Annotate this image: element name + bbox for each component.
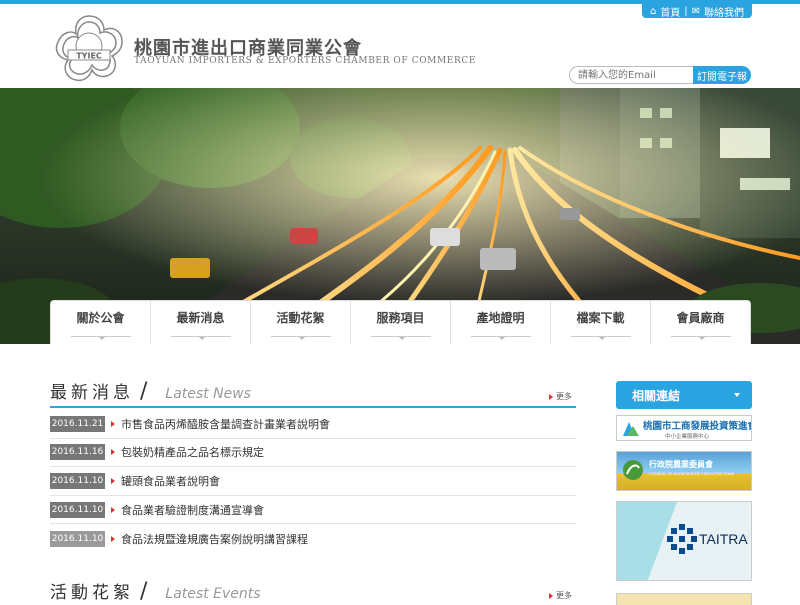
- nav-item-services[interactable]: 服務項目: [351, 301, 451, 344]
- chevron-down-icon: [70, 335, 131, 340]
- news-date: 2016.11.21: [50, 415, 105, 432]
- org-name-english: TAOYUAN IMPORTERS & EXPORTERS CHAMBER OF…: [134, 56, 477, 66]
- nav-item-about[interactable]: 關於公會: [51, 301, 151, 344]
- banner2-title: 行政院農業委員會: [648, 459, 714, 469]
- banner1-subtitle: 中小企業服務中心: [665, 432, 710, 440]
- related-links-title: 相關連結: [632, 388, 681, 403]
- nav-label: 最新消息: [176, 310, 225, 325]
- arrow-right-icon: [111, 420, 115, 427]
- news-item[interactable]: 2016.11.21 市售食品丙烯醯胺含量調查計畫業者說明會: [50, 410, 576, 439]
- news-title[interactable]: 市售食品丙烯醯胺含量調查計畫業者說明會: [121, 416, 330, 432]
- subscribe-button[interactable]: 訂閱電子報: [693, 66, 751, 84]
- banner-council-of-agriculture[interactable]: 行政院農業委員會 COUNCIL OF AGRICULTURE EXECUTIV…: [616, 451, 752, 491]
- news-date: 2016.11.10: [50, 530, 105, 547]
- email-input[interactable]: [569, 66, 694, 84]
- nav-label: 會員廠商: [676, 310, 725, 325]
- arrow-right-icon: [111, 506, 115, 513]
- arrow-right-icon: [549, 393, 553, 400]
- chamber-logo[interactable]: TYIEC: [50, 12, 128, 86]
- title-slash: /: [140, 579, 152, 604]
- news-title[interactable]: 食品業者驗證制度溝通宣導會: [121, 502, 264, 518]
- arrow-right-icon: [549, 592, 553, 599]
- news-item[interactable]: 2016.11.10 罐頭食品業者說明會: [50, 467, 576, 496]
- news-title[interactable]: 食品法規暨違規廣告案例說明講習課程: [121, 531, 308, 547]
- title-slash: /: [140, 379, 152, 404]
- nav-label: 檔案下載: [576, 310, 625, 325]
- news-divider: [50, 406, 576, 408]
- nav-item-news[interactable]: 最新消息: [151, 301, 251, 344]
- logo-text: TYIEC: [76, 52, 102, 61]
- separator: |: [684, 5, 688, 17]
- nav-label: 活動花絮: [276, 310, 325, 325]
- banner1-title: 桃園市工商發展投資策進會: [643, 420, 752, 432]
- home-icon[interactable]: ⌂: [650, 6, 656, 17]
- nav-label: 產地證明: [476, 310, 525, 325]
- banner-taoyuan-investment[interactable]: 桃園市工商發展投資策進會 中小企業服務中心: [616, 415, 752, 441]
- related-links-sidebar: 相關連結 桃園市工商發展投資策進會 中小企業服務中心 行政院農業委員會 COUN…: [616, 381, 752, 605]
- nav-label: 關於公會: [76, 310, 125, 325]
- events-title-chinese: 活動花絮: [50, 583, 134, 603]
- chevron-down-icon: [670, 335, 731, 340]
- news-item[interactable]: 2016.11.10 食品法規暨違規廣告案例說明講習課程: [50, 524, 576, 553]
- news-title-chinese: 最新消息: [50, 383, 134, 403]
- news-date: 2016.11.10: [50, 501, 105, 518]
- arrow-right-icon: [111, 477, 115, 484]
- events-section-title: 活動花絮 / Latest Events: [50, 578, 261, 604]
- news-more-link[interactable]: 更多: [549, 391, 572, 402]
- news-title[interactable]: 包裝奶精產品之品名標示規定: [121, 444, 264, 460]
- chevron-down-icon: [270, 335, 331, 340]
- news-list: 2016.11.21 市售食品丙烯醯胺含量調查計畫業者說明會 2016.11.1…: [50, 410, 576, 553]
- news-item[interactable]: 2016.11.10 食品業者驗證制度溝通宣導會: [50, 496, 576, 525]
- banner-partial[interactable]: [616, 593, 752, 605]
- more-label: 更多: [556, 591, 572, 600]
- events-more-link[interactable]: 更多: [549, 590, 572, 601]
- news-title-english: Latest News: [165, 386, 251, 402]
- arrow-right-icon: [111, 449, 115, 456]
- mail-icon[interactable]: ✉: [692, 6, 700, 17]
- main-navigation: 關於公會 最新消息 活動花絮 服務項目 產地證明 檔案下載 會員廠商: [50, 300, 751, 344]
- more-label: 更多: [556, 392, 572, 401]
- chevron-down-icon: [170, 335, 231, 340]
- chevron-down-icon: [570, 335, 631, 340]
- banner2-subtitle: COUNCIL OF AGRICULTURE EXECUTIVE YUAN: [649, 471, 734, 476]
- nav-item-origin-certificate[interactable]: 產地證明: [451, 301, 551, 344]
- top-links-bar: ⌂ 首頁 | ✉ 聯絡我們: [642, 4, 752, 19]
- chevron-down-icon: [470, 335, 531, 340]
- news-section-title: 最新消息 / Latest News: [50, 378, 251, 404]
- news-date: 2016.11.10: [50, 472, 105, 489]
- news-item[interactable]: 2016.11.16 包裝奶精產品之品名標示規定: [50, 439, 576, 468]
- news-title[interactable]: 罐頭食品業者說明會: [121, 473, 220, 489]
- home-link[interactable]: 首頁: [660, 4, 680, 19]
- related-links-header[interactable]: 相關連結: [616, 381, 752, 409]
- news-date: 2016.11.16: [50, 444, 105, 461]
- nav-label: 服務項目: [376, 310, 425, 325]
- chevron-down-icon: [370, 335, 431, 340]
- site-header: TYIEC 桃園市進出口商業同業公會 TAOYUAN IMPORTERS & E…: [0, 4, 800, 88]
- arrow-right-icon: [111, 535, 115, 542]
- contact-link[interactable]: 聯絡我們: [704, 4, 744, 19]
- nav-item-events[interactable]: 活動花絮: [251, 301, 351, 344]
- banner-taitra[interactable]: TAITRA: [616, 501, 752, 581]
- banner3-title: TAITRA: [699, 531, 748, 547]
- nav-item-members[interactable]: 會員廠商: [651, 301, 750, 344]
- nav-item-downloads[interactable]: 檔案下載: [551, 301, 651, 344]
